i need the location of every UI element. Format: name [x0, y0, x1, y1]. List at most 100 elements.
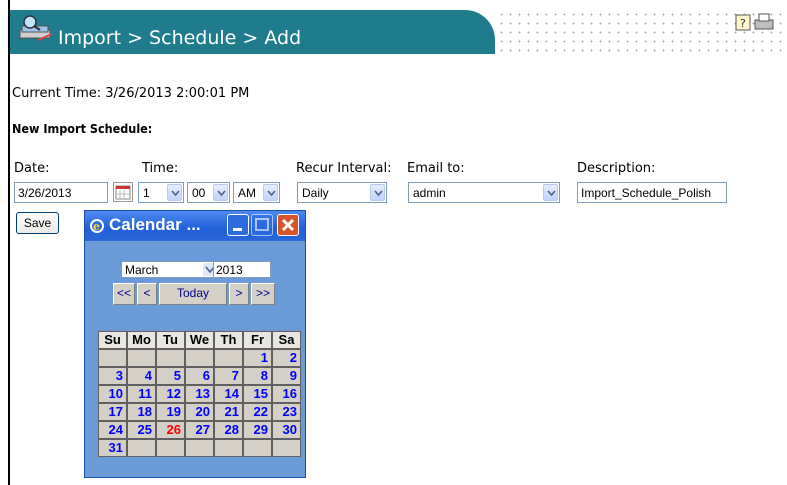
calendar-day[interactable]: 22 — [243, 403, 272, 421]
time-label: Time: — [142, 161, 179, 176]
email-to-select[interactable]: admin — [408, 182, 560, 203]
weekday-header: Th — [214, 331, 243, 349]
toolbar-icons: ? — [735, 13, 774, 31]
maximize-button[interactable] — [251, 214, 273, 236]
calendar-day[interactable]: 21 — [214, 403, 243, 421]
calendar-day[interactable]: 12 — [156, 385, 185, 403]
current-time-text: Current Time: 3/26/2013 2:00:01 PM — [12, 86, 250, 101]
page-left-border — [8, 0, 10, 485]
hour-value: 1 — [143, 186, 150, 200]
calendar-day[interactable]: 3 — [98, 367, 127, 385]
year-input[interactable]: 2013 — [213, 261, 271, 278]
close-icon — [281, 218, 295, 232]
calendar-empty-cell — [185, 439, 214, 457]
minimize-button[interactable] — [227, 214, 249, 236]
calendar-day[interactable]: 15 — [243, 385, 272, 403]
chevron-down-icon — [543, 184, 558, 201]
date-label: Date: — [14, 161, 50, 176]
recur-interval-value: Daily — [302, 186, 329, 200]
calendar-day[interactable]: 30 — [272, 421, 301, 439]
calendar-title: Calendar ... — [109, 215, 201, 234]
calendar-day[interactable]: 1 — [243, 349, 272, 367]
chevron-down-icon — [213, 184, 228, 201]
svg-text:e: e — [93, 220, 100, 233]
chevron-down-icon — [370, 184, 385, 201]
calendar-day[interactable]: 24 — [98, 421, 127, 439]
page-title: Import > Schedule > Add — [58, 27, 302, 49]
calendar-day[interactable]: 13 — [185, 385, 214, 403]
next-year-button[interactable]: >> — [251, 283, 275, 305]
calendar-day-today[interactable]: 26 — [156, 421, 185, 439]
calendar-popup: e Calendar ... March 2013 << < Today > >… — [84, 210, 306, 478]
calendar-day[interactable]: 7 — [214, 367, 243, 385]
section-title: New Import Schedule: — [12, 121, 153, 136]
calendar-day[interactable]: 11 — [127, 385, 156, 403]
calendar-empty-cell — [127, 439, 156, 457]
print-icon[interactable] — [754, 13, 774, 30]
email-to-label: Email to: — [407, 161, 465, 176]
hour-select[interactable]: 1 — [138, 182, 184, 203]
ie-icon: e — [90, 219, 104, 233]
weekday-header: We — [185, 331, 214, 349]
recur-interval-label: Recur Interval: — [296, 161, 392, 176]
date-input[interactable]: 3/26/2013 — [14, 182, 108, 203]
calendar-empty-cell — [156, 349, 185, 367]
calendar-day[interactable]: 14 — [214, 385, 243, 403]
calendar-empty-cell — [272, 439, 301, 457]
calendar-day[interactable]: 10 — [98, 385, 127, 403]
save-button[interactable]: Save — [16, 212, 59, 234]
prev-year-button[interactable]: << — [113, 283, 135, 305]
minute-value: 00 — [192, 186, 206, 200]
ampm-value: AM — [238, 186, 256, 200]
calendar-day[interactable]: 29 — [243, 421, 272, 439]
calendar-day[interactable]: 20 — [185, 403, 214, 421]
calendar-empty-cell — [214, 349, 243, 367]
import-search-icon — [19, 15, 53, 41]
calendar-titlebar[interactable]: e Calendar ... — [85, 211, 305, 241]
weekday-header: Sa — [272, 331, 301, 349]
calendar-picker-button[interactable] — [113, 182, 133, 202]
description-input[interactable]: Import_Schedule_Polish — [577, 182, 727, 203]
calendar-icon — [115, 185, 131, 200]
minimize-icon — [233, 228, 242, 231]
maximize-icon — [255, 218, 269, 231]
description-label: Description: — [577, 161, 656, 176]
calendar-day[interactable]: 18 — [127, 403, 156, 421]
today-button[interactable]: Today — [159, 283, 227, 305]
month-select[interactable]: March — [121, 261, 219, 278]
weekday-header: Fr — [243, 331, 272, 349]
calendar-day[interactable]: 23 — [272, 403, 301, 421]
calendar-empty-cell — [214, 439, 243, 457]
calendar-empty-cell — [156, 439, 185, 457]
help-icon[interactable]: ? — [735, 14, 751, 31]
calendar-day[interactable]: 6 — [185, 367, 214, 385]
next-month-button[interactable]: > — [229, 283, 249, 305]
calendar-day[interactable]: 2 — [272, 349, 301, 367]
weekday-header: Mo — [127, 331, 156, 349]
calendar-empty-cell — [185, 349, 214, 367]
weekday-header: Tu — [156, 331, 185, 349]
email-to-value: admin — [413, 186, 446, 200]
calendar-day[interactable]: 27 — [185, 421, 214, 439]
calendar-day[interactable]: 9 — [272, 367, 301, 385]
ampm-select[interactable]: AM — [233, 182, 280, 203]
calendar-day[interactable]: 8 — [243, 367, 272, 385]
chevron-down-icon — [263, 184, 278, 201]
calendar-empty-cell — [127, 349, 156, 367]
calendar-day[interactable]: 17 — [98, 403, 127, 421]
calendar-day[interactable]: 4 — [127, 367, 156, 385]
calendar-day[interactable]: 19 — [156, 403, 185, 421]
calendar-day[interactable]: 5 — [156, 367, 185, 385]
weekday-header: Su — [98, 331, 127, 349]
close-button[interactable] — [277, 214, 299, 236]
svg-text:?: ? — [740, 17, 746, 30]
calendar-day[interactable]: 25 — [127, 421, 156, 439]
calendar-empty-cell — [243, 439, 272, 457]
recur-interval-select[interactable]: Daily — [297, 182, 387, 203]
calendar-day[interactable]: 16 — [272, 385, 301, 403]
calendar-day[interactable]: 31 — [98, 439, 127, 457]
chevron-down-icon — [167, 184, 182, 201]
prev-month-button[interactable]: < — [137, 283, 157, 305]
minute-select[interactable]: 00 — [187, 182, 230, 203]
calendar-day[interactable]: 28 — [214, 421, 243, 439]
